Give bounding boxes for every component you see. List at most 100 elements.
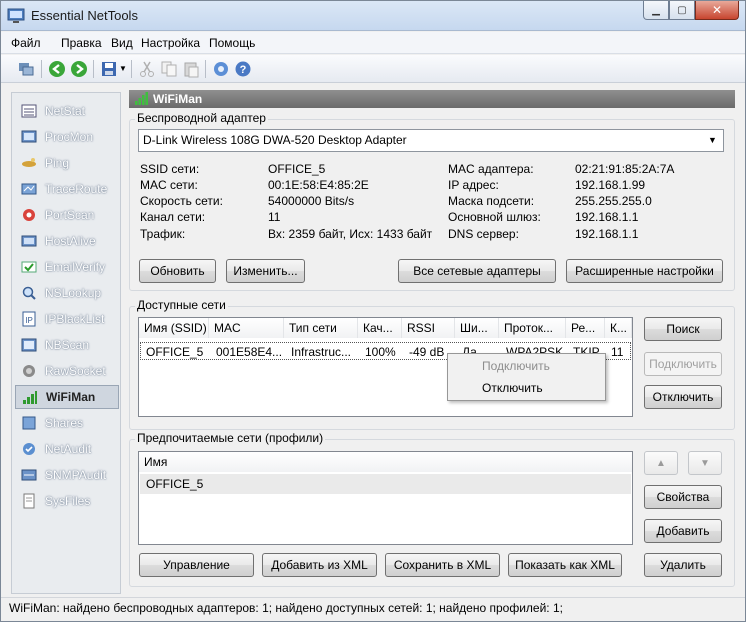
info-label: SSID сети:: [140, 162, 200, 176]
sidebar-item-wifiman[interactable]: WiFiMan: [15, 385, 119, 409]
title-bar: Essential NetTools ▁ ▢ ✕: [1, 1, 745, 31]
back-icon[interactable]: [48, 60, 66, 78]
forward-icon[interactable]: [70, 60, 88, 78]
network-icon[interactable]: [17, 60, 35, 78]
sidebar-item-label: IPBlackList: [45, 312, 105, 326]
sidebar-item-label: WiFiMan: [46, 390, 96, 404]
show-as-xml-button[interactable]: Показать как XML: [508, 553, 622, 577]
info-value: 255.255.255.0: [575, 194, 652, 208]
chevron-down-icon[interactable]: ▼: [704, 131, 721, 150]
advanced-settings-button[interactable]: Расширенные настройки: [566, 259, 723, 283]
profiles-group-label: Предпочитаемые сети (профили): [135, 431, 326, 445]
change-button[interactable]: Изменить...: [226, 259, 305, 283]
column-header[interactable]: Имя: [139, 452, 632, 472]
disconnect-button[interactable]: Отключить: [644, 385, 722, 409]
move-up-button[interactable]: ▲: [644, 451, 678, 475]
sidebar-item-snmpaudit[interactable]: SNMPAudit: [15, 463, 119, 487]
menu-settings[interactable]: Настройка: [141, 36, 200, 50]
sidebar-item-hostalive[interactable]: HostAlive: [15, 229, 119, 253]
all-adapters-button[interactable]: Все сетевые адаптеры: [398, 259, 556, 283]
rawsocket-icon: [21, 363, 37, 379]
paste-icon[interactable]: [182, 60, 200, 78]
menu-view[interactable]: Вид: [111, 36, 133, 50]
info-label: MAC адаптера:: [448, 162, 534, 176]
maximize-button[interactable]: ▢: [669, 1, 695, 20]
info-label: Скорость сети:: [140, 194, 223, 208]
info-value: 11: [268, 210, 281, 224]
menu-file[interactable]: Файл: [11, 36, 41, 50]
add-from-xml-button[interactable]: Добавить из XML: [262, 553, 377, 577]
add-button[interactable]: Добавить: [644, 519, 722, 543]
connect-button[interactable]: Подключить: [644, 352, 722, 376]
info-label: IP адрес:: [448, 178, 499, 192]
info-value: 02:21:91:85:2A:7A: [575, 162, 675, 176]
sidebar-item-nbscan[interactable]: NBScan: [15, 333, 119, 357]
toolbar-separator: [205, 60, 206, 78]
sidebar-item-label: NetAudit: [45, 442, 92, 456]
sidebar-item-procmon[interactable]: ProcMon: [15, 125, 119, 149]
minimize-button[interactable]: ▁: [643, 1, 669, 20]
save-to-xml-button[interactable]: Сохранить в XML: [385, 553, 500, 577]
column-header[interactable]: Проток...: [499, 318, 566, 338]
sidebar-item-shares[interactable]: Shares: [15, 411, 119, 435]
sidebar-item-sysfiles[interactable]: SysFiles: [15, 489, 119, 513]
sidebar-item-ipblacklist[interactable]: IP IPBlackList: [15, 307, 119, 331]
column-header[interactable]: Имя (SSID): [139, 318, 209, 338]
refresh-button[interactable]: Обновить: [139, 259, 216, 283]
sidebar-item-label: Shares: [45, 416, 84, 430]
copy-icon[interactable]: [160, 60, 178, 78]
column-header[interactable]: Кач...: [358, 318, 402, 338]
properties-button[interactable]: Свойства: [644, 485, 722, 509]
sidebar-item-ping[interactable]: Ping: [15, 151, 119, 175]
adapter-select[interactable]: D-Link Wireless 108G DWA-520 Desktop Ada…: [138, 129, 724, 152]
column-header[interactable]: Ре...: [566, 318, 605, 338]
table-cell: 100%: [365, 345, 396, 359]
snmpaudit-icon: [21, 467, 37, 483]
sidebar-item-label: ProcMon: [45, 130, 94, 144]
sidebar-item-label: TraceRoute: [45, 182, 108, 196]
column-header[interactable]: RSSI: [402, 318, 455, 338]
column-header[interactable]: К...: [605, 318, 632, 338]
save-icon[interactable]: [100, 60, 118, 78]
search-button[interactable]: Поиск: [644, 317, 722, 341]
networks-group-label: Доступные сети: [135, 298, 228, 312]
info-label: Основной шлюз:: [448, 210, 541, 224]
close-button[interactable]: ✕: [695, 1, 739, 20]
info-label: Маска подсети:: [448, 194, 535, 208]
window-title: Essential NetTools: [31, 8, 138, 23]
app-logo-icon: [7, 8, 25, 23]
menu-edit[interactable]: Правка: [61, 36, 102, 50]
cut-icon[interactable]: [138, 60, 156, 78]
manage-button[interactable]: Управление: [139, 553, 254, 577]
help-icon[interactable]: ?: [234, 60, 252, 78]
column-header[interactable]: MAC: [209, 318, 284, 338]
menu-help[interactable]: Помощь: [209, 36, 255, 50]
sidebar-item-emailverify[interactable]: EmailVerify: [15, 255, 119, 279]
sidebar-item-rawsocket[interactable]: RawSocket: [15, 359, 119, 383]
sidebar-item-nslookup[interactable]: NSLookup: [15, 281, 119, 305]
settings-icon[interactable]: [212, 60, 230, 78]
column-header[interactable]: Ши...: [455, 318, 499, 338]
column-header[interactable]: Тип сети: [284, 318, 358, 338]
sidebar-item-netaudit[interactable]: NetAudit: [15, 437, 119, 461]
sidebar-item-traceroute[interactable]: TraceRoute: [15, 177, 119, 201]
list-item[interactable]: OFFICE_5: [140, 474, 631, 494]
save-dropdown-icon[interactable]: ▼: [119, 64, 127, 73]
sidebar-item-label: EmailVerify: [45, 260, 106, 274]
table-cell: 001E58E4...: [216, 345, 283, 359]
profiles-list[interactable]: Имя OFFICE_5: [138, 451, 633, 545]
move-down-button[interactable]: ▼: [688, 451, 722, 475]
sidebar-item-netstat[interactable]: NetStat: [15, 99, 119, 123]
panel-title: WiFiMan: [153, 92, 203, 106]
svg-text:IP: IP: [25, 316, 33, 325]
menu-bar: Файл Правка Вид Настройка Помощь: [1, 32, 745, 54]
context-menu-disconnect[interactable]: Отключить: [450, 378, 603, 399]
context-menu-connect[interactable]: Подключить: [450, 356, 603, 377]
status-text: WiFiMan: найдено беспроводных адаптеров:…: [9, 601, 563, 615]
toolbar-separator: [131, 60, 132, 78]
sidebar-item-portscan[interactable]: PortScan: [15, 203, 119, 227]
info-label: MAC сети:: [140, 178, 198, 192]
delete-button[interactable]: Удалить: [644, 553, 722, 577]
sidebar-item-label: SNMPAudit: [45, 468, 107, 482]
shares-icon: [21, 415, 37, 431]
